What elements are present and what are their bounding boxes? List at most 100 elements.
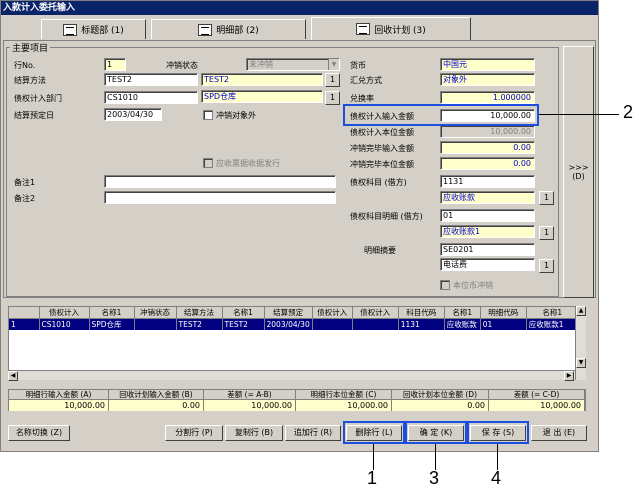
row-no-field[interactable]: 1 [104,58,126,71]
summary-value: 0.00 [392,400,489,411]
exit-button[interactable]: 退 出 (E) [531,425,587,441]
exchange-field: 对象外 [440,73,535,86]
scroll-right-icon[interactable]: ▶ [564,371,574,381]
writeoff-input-field: 0.00 [440,141,535,154]
method-code-field[interactable]: TEST2 [104,73,198,86]
copy-row-button[interactable]: 复制行 (B) [225,425,283,441]
row-no-label: 行No. [14,61,36,70]
grid-header[interactable]: 债权计入 [39,307,90,319]
grid-header[interactable]: 结算方法 [176,307,223,319]
writeoff-base-field: 0.00 [440,157,535,170]
side-button-label: (D) [572,172,585,181]
note2-field[interactable] [104,191,336,204]
grid-header[interactable]: 名称1 [526,307,579,319]
table-cell: TEST2 [222,318,265,330]
table-cell: 应收账款1 [526,318,579,330]
subject-detail-lookup-button[interactable]: 1 [539,226,554,240]
summary-lookup-button[interactable]: 1 [539,259,554,273]
scroll-down-icon[interactable]: ▼ [576,358,586,368]
grid-horizontal-scrollbar[interactable]: ◀ ▶ [8,370,575,381]
expand-side-button[interactable]: >>> (D) [563,46,594,298]
summary-code-field[interactable]: SE0201 [440,243,535,256]
grid-header-row: 债权计入 名称1 冲销状态 结算方法 名称1 结算预定 债权计入 债权计入 科目… [9,307,579,319]
grid-header[interactable]: 债权计入 [352,307,399,319]
summary-totals: 明细行输入金额 (A) 回收计划输入金额 (B) 差额 (= A-B) 明细行本… [8,389,586,411]
tab-header-label: 标题部 (1) [81,26,124,36]
status-dropdown[interactable]: 未冲销 ▼ [246,58,340,71]
summary-header: 回收计划输入金额 (B) [109,390,204,400]
table-row[interactable]: 1 CS1010 SPD仓库 TEST2 TEST2 2003/04/30 11… [9,318,579,330]
status-value: 未冲销 [249,60,273,69]
callout-number-1: 1 [367,468,378,488]
grid-header[interactable]: 名称1 [222,307,265,319]
grid-header[interactable]: 债权计入 [312,307,353,319]
summary-value: 0.00 [109,400,204,411]
tab-collection-plan[interactable]: 回收计划 (3) [311,17,471,40]
receivable-checkbox[interactable] [203,158,213,168]
summary-name-field[interactable]: 电话费 [440,258,535,271]
exchange-label: 汇兑方式 [350,76,382,85]
note1-field[interactable] [104,175,336,188]
grid-header[interactable]: 科目代码 [398,307,445,319]
subject-lookup-button[interactable]: 1 [539,191,554,205]
summary-value: 10,000.00 [489,400,585,411]
dept-name-field: SPD仓库 [201,90,323,103]
highlight-input-amount [343,104,539,126]
table-cell: 1131 [398,318,445,330]
tab-detail[interactable]: 明细部 (2) [151,19,306,39]
scroll-up-icon[interactable]: ▲ [576,306,586,316]
dept-lookup-button[interactable]: 1 [325,91,340,105]
dept-code-field[interactable]: CS1010 [104,91,198,104]
highlight-save [467,421,529,444]
grid-header[interactable]: 冲销状态 [134,307,177,319]
rate-field: 1.000000 [440,91,535,104]
tab-header[interactable]: 标题部 (1) [41,19,146,39]
subject-detail-code-field[interactable]: 01 [440,209,535,222]
calendar-icon [356,23,371,35]
callout-line-3 [435,444,436,470]
grid-header[interactable]: 明细代码 [480,307,527,319]
dept-label: 债权计入部门 [14,94,62,103]
receivable-label: 应收票据收据发行 [216,159,280,168]
date-label: 结算预定日 [14,111,54,120]
callout-line-4 [497,444,498,470]
window-title: 入款计入委托输入 [1,1,598,15]
currency-label: 货币 [350,61,366,70]
callout-line-2 [539,114,619,115]
method-lookup-button[interactable]: 1 [325,73,340,87]
exclude-checkbox[interactable] [203,110,213,120]
split-row-button[interactable]: 分割行 (P) [165,425,223,441]
summary-header: 差额 (= C-D) [489,390,585,400]
note1-label: 备注1 [14,178,36,187]
subject-detail-name-field: 应收账款1 [440,225,535,238]
group-title: 主要项目 [10,41,51,54]
tab-strip: 标题部 (1) 明细部 (2) 回收计划 (3) [1,17,598,41]
writeoff-input-label: 冲销完毕输入金额 [350,144,414,153]
scroll-left-icon[interactable]: ◀ [8,371,18,381]
base-writeoff-checkbox[interactable] [440,280,450,290]
table-cell [352,318,399,330]
subject-code-field[interactable]: 1131 [440,175,535,188]
base-amount-field: 10,000.00 [440,125,535,138]
summary-label: 明细摘要 [364,246,396,255]
document-icon [198,23,213,36]
table-cell: SPD仓库 [89,318,135,330]
tab-detail-label: 明细部 (2) [216,26,259,36]
grid-header[interactable]: 名称1 [89,307,135,319]
grid-header[interactable]: 结算预定 [264,307,313,319]
table-cell [134,318,177,330]
writeoff-base-label: 冲销完毕本位金额 [350,160,414,169]
chevron-down-icon[interactable]: ▼ [328,59,339,70]
summary-header: 回收计划本位金额 (D) [392,390,489,400]
name-switch-button[interactable]: 名称切换 (Z) [8,425,70,441]
grid-header[interactable]: 名称1 [444,307,481,319]
detail-grid[interactable]: 债权计入 名称1 冲销状态 结算方法 名称1 结算预定 债权计入 债权计入 科目… [8,306,586,380]
subject-label: 债权科目 (借方) [350,178,407,187]
grid-vertical-scrollbar[interactable]: ▲ ▼ [575,306,586,380]
date-field[interactable]: 2003/04/30 [104,108,162,121]
summary-header: 差额 (= A-B) [204,390,296,400]
add-row-button[interactable]: 追加行 (R) [285,425,341,441]
method-label: 结算方法 [14,76,46,85]
summary-value: 10,000.00 [9,400,109,411]
table-cell: 2003/04/30 [264,318,313,330]
